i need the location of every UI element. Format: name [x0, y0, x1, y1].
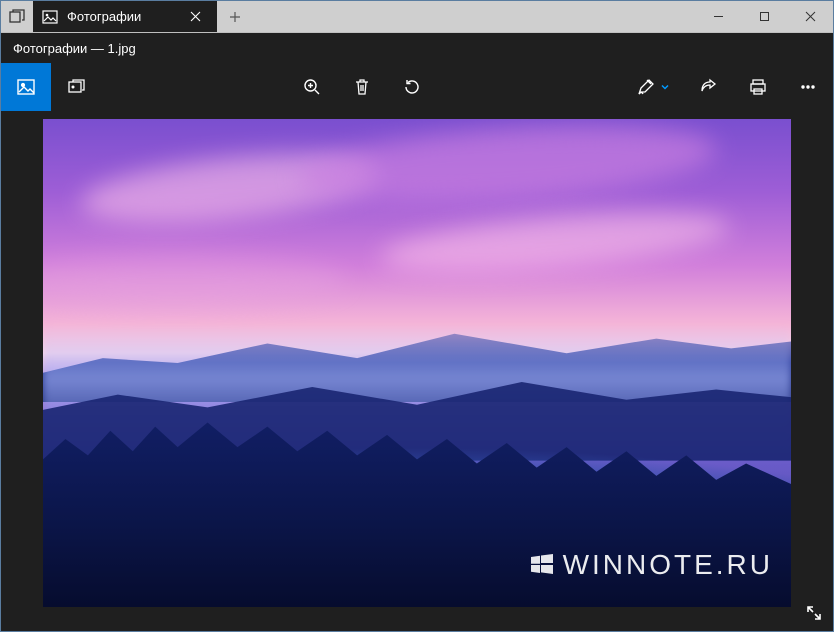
new-tab-button[interactable] — [217, 1, 253, 32]
fullscreen-button[interactable] — [805, 604, 823, 625]
close-button[interactable] — [787, 1, 833, 32]
tab-title: Фотографии — [67, 9, 141, 24]
photo-content[interactable]: WINNOTE.RU — [43, 119, 791, 607]
watermark-text: WINNOTE.RU — [563, 549, 773, 581]
toolbar — [1, 63, 833, 111]
titlebar: Фотографии — [1, 1, 833, 33]
minimize-button[interactable] — [695, 1, 741, 32]
view-photo-button[interactable] — [1, 63, 51, 111]
window-controls — [695, 1, 833, 32]
edit-button[interactable] — [623, 77, 683, 97]
print-button[interactable] — [733, 63, 783, 111]
watermark: WINNOTE.RU — [529, 549, 773, 581]
rotate-button[interactable] — [387, 63, 437, 111]
task-view-icon[interactable] — [1, 1, 33, 32]
zoom-button[interactable] — [287, 63, 337, 111]
photos-icon — [41, 8, 59, 26]
tab-close-button[interactable] — [181, 11, 209, 22]
delete-button[interactable] — [337, 63, 387, 111]
image-canvas: WINNOTE.RU — [1, 111, 833, 631]
chevron-down-icon — [660, 80, 670, 95]
file-title: Фотографии — 1.jpg — [1, 33, 833, 63]
windows-logo-icon — [529, 552, 555, 578]
more-button[interactable] — [783, 63, 833, 111]
share-button[interactable] — [683, 63, 733, 111]
compare-button[interactable] — [51, 63, 101, 111]
file-title-text: Фотографии — 1.jpg — [13, 41, 136, 56]
maximize-button[interactable] — [741, 1, 787, 32]
tab-active[interactable]: Фотографии — [33, 1, 217, 32]
